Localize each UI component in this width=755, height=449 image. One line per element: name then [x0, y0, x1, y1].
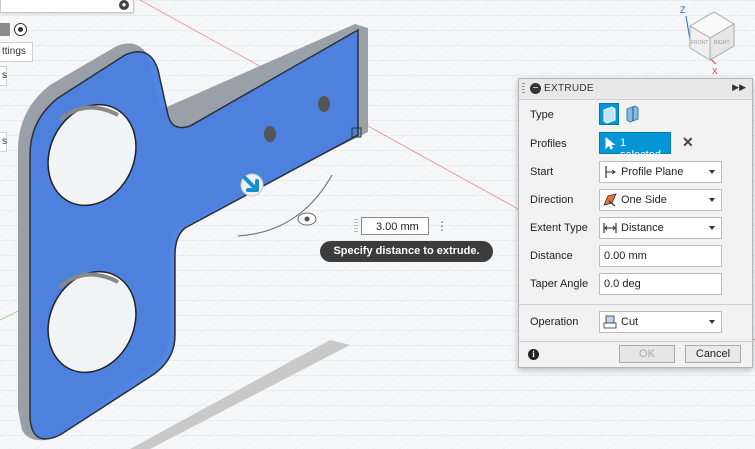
left-tab-2-label: s — [2, 136, 7, 147]
extent-type-dropdown[interactable]: Distance — [599, 217, 722, 239]
divider — [519, 304, 752, 305]
profiles-label: Profiles — [530, 138, 567, 150]
browser-panel-fragment: ● — [0, 0, 134, 13]
ok-button[interactable]: OK — [619, 345, 675, 363]
direction-label: Direction — [530, 194, 574, 206]
chevron-down-icon — [709, 170, 715, 174]
axis-z-label: Z — [680, 5, 686, 15]
visibility-radio-icon[interactable] — [14, 23, 27, 36]
distance-label: Distance — [530, 250, 573, 262]
taper-angle-field[interactable]: 0.0 deg — [599, 273, 722, 295]
viewcube-front-label: FRONT — [691, 40, 708, 46]
axis-z-line — [685, 15, 691, 41]
settings-tab-label: ttings — [2, 46, 26, 57]
chevron-down-icon — [709, 320, 715, 324]
type-solid-button[interactable] — [599, 103, 619, 125]
operation-value: Cut — [621, 316, 639, 328]
one-side-icon — [603, 193, 617, 207]
taper-angle-label: Taper Angle — [530, 278, 589, 290]
settings-tab[interactable]: ttings — [0, 42, 33, 62]
left-tab-2[interactable]: s — [0, 132, 7, 152]
start-dropdown[interactable]: Profile Plane — [599, 161, 722, 183]
type-label: Type — [530, 109, 554, 121]
chevron-down-icon — [709, 226, 715, 230]
left-tab-1-label: s — [2, 70, 7, 81]
distance-input-grip[interactable] — [354, 219, 358, 233]
extrude-arrow-icon[interactable] — [240, 173, 264, 197]
chevron-down-icon — [709, 198, 715, 202]
extrude-dialog: − EXTRUDE ▶▶ Type Profiles 1 selected ✕ … — [518, 78, 753, 368]
profiles-value: 1 selected — [620, 137, 661, 161]
tooltip: Specify distance to extrude. — [320, 241, 493, 262]
type-thin-button[interactable] — [623, 103, 643, 125]
info-icon[interactable]: i — [528, 349, 539, 360]
distance-field[interactable]: 0.00 mm — [599, 245, 722, 267]
minimize-icon[interactable]: ● — [119, 0, 129, 10]
expand-icon[interactable]: ▶▶ — [732, 82, 746, 93]
start-value: Profile Plane — [621, 166, 684, 178]
operation-label: Operation — [530, 316, 579, 328]
dialog-title: EXTRUDE — [544, 83, 594, 94]
clear-selection-icon[interactable]: ✕ — [682, 134, 694, 151]
axis-x-label: X — [712, 67, 718, 76]
dialog-grip[interactable] — [522, 83, 525, 95]
cancel-button[interactable]: Cancel — [685, 345, 741, 363]
profile-plane-icon — [605, 166, 616, 178]
left-tab-1[interactable]: s — [0, 66, 7, 86]
collapse-icon[interactable]: − — [530, 83, 541, 94]
distance-input-canvas[interactable]: 3.00 mm — [361, 217, 429, 235]
viewcube-right-label: RIGHT — [714, 40, 730, 46]
thin-extrude-icon — [626, 105, 639, 123]
distance-icon — [603, 223, 617, 233]
dialog-header[interactable]: − EXTRUDE ▶▶ — [519, 79, 752, 100]
extent-type-label: Extent Type — [530, 222, 588, 234]
dialog-footer: i OK Cancel — [519, 341, 752, 368]
direction-value: One Side — [621, 194, 667, 206]
extent-type-value: Distance — [621, 222, 664, 234]
profiles-selection-button[interactable]: 1 selected — [599, 132, 671, 161]
cursor-icon — [605, 137, 615, 150]
viewcube[interactable]: Z X FRONT RIGHT — [676, 2, 752, 76]
pin-2[interactable] — [318, 96, 330, 112]
cut-icon — [603, 315, 617, 329]
start-label: Start — [530, 166, 554, 178]
distance-handle-icon[interactable] — [297, 212, 317, 226]
more-options-icon[interactable]: ⋮ — [436, 219, 448, 233]
panel-swatch — [0, 23, 10, 36]
solid-extrude-icon — [603, 106, 616, 124]
direction-dropdown[interactable]: One Side — [599, 189, 722, 211]
pin-1[interactable] — [264, 126, 276, 142]
operation-dropdown[interactable]: Cut — [599, 311, 722, 333]
